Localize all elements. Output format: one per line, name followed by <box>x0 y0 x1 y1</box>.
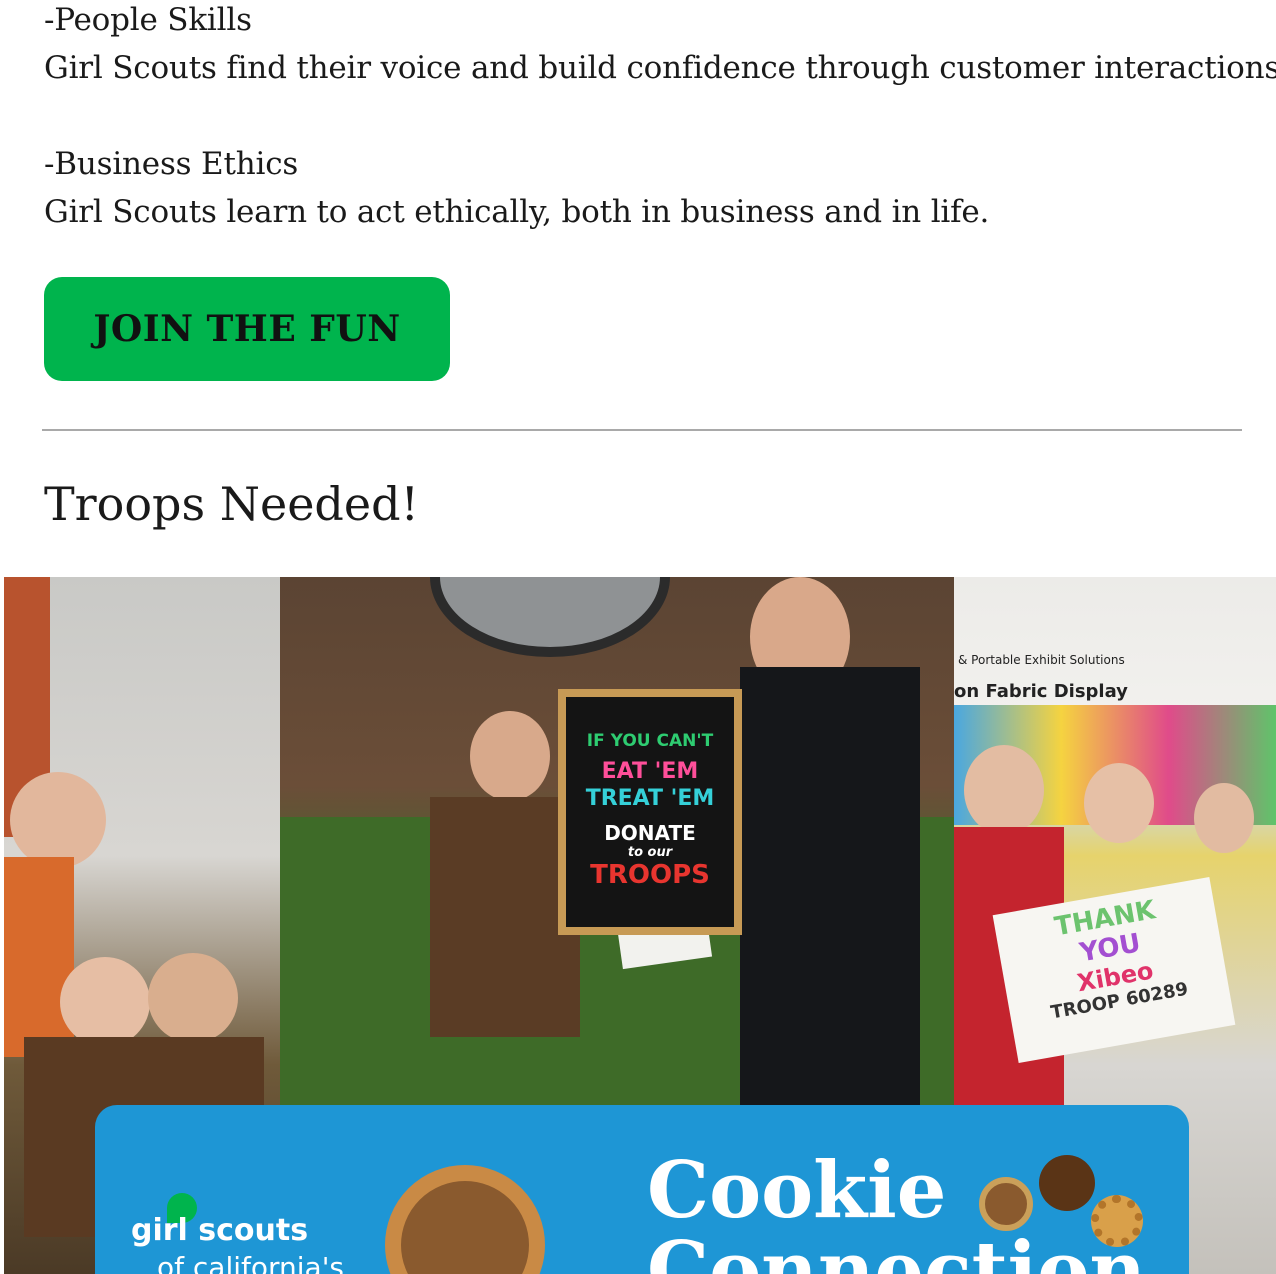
banner-brand-name: girl scouts <box>131 1213 309 1248</box>
board-line-5: to our <box>627 845 673 860</box>
photo-adult-face <box>10 772 106 868</box>
photo-wall-clock <box>430 577 670 657</box>
cookie-icon-small-1 <box>979 1177 1033 1231</box>
benefit-title-people-skills: -People Skills <box>44 2 252 38</box>
banner-title-line-2: Connection <box>647 1225 1147 1274</box>
board-line-6: TROOPS <box>590 860 710 890</box>
cookie-icon-small-2 <box>1039 1155 1095 1211</box>
benefit-description-people-skills: Girl Scouts find their voice and build c… <box>44 50 1276 86</box>
exhibit-sign-line-2: on Fabric Display <box>954 681 1128 702</box>
troops-photo-collage: IF YOU CAN'T EAT 'EM TREAT 'EM DONATE to… <box>4 577 1276 1274</box>
board-line-3: TREAT 'EM <box>585 786 715 811</box>
photo-scout-face-1 <box>1084 763 1154 843</box>
photo-scout-face-2 <box>148 953 238 1043</box>
board-line-1: IF YOU CAN'T <box>586 731 714 751</box>
cookie-icon <box>385 1165 545 1274</box>
cookie-connection-banner: girl scouts of california's Cookie Conne… <box>95 1105 1189 1274</box>
join-the-fun-button[interactable]: JOIN THE FUN <box>44 277 450 381</box>
cookie-icon-small-3 <box>1091 1195 1143 1247</box>
photo-scout-face <box>470 711 550 801</box>
photo-scout-face-2 <box>1194 783 1254 853</box>
section-heading: Troops Needed! <box>44 477 420 531</box>
benefit-description-business-ethics: Girl Scouts learn to act ethically, both… <box>44 194 990 230</box>
section-divider <box>42 429 1242 431</box>
banner-brand-sub: of california's <box>157 1251 344 1274</box>
exhibit-sign-line-1: & Portable Exhibit Solutions <box>958 653 1125 667</box>
benefit-title-business-ethics: -Business Ethics <box>44 146 299 182</box>
board-line-2: EAT 'EM <box>601 759 699 784</box>
photo-adult-shirt <box>4 857 74 1057</box>
board-line-4: DONATE <box>604 821 696 845</box>
photo-adult-jacket <box>740 667 920 1107</box>
photo-scout-face-1 <box>60 957 150 1047</box>
photo-adult-face <box>964 745 1044 835</box>
photo-chalkboard-sign: IF YOU CAN'T EAT 'EM TREAT 'EM DONATE to… <box>558 689 742 935</box>
